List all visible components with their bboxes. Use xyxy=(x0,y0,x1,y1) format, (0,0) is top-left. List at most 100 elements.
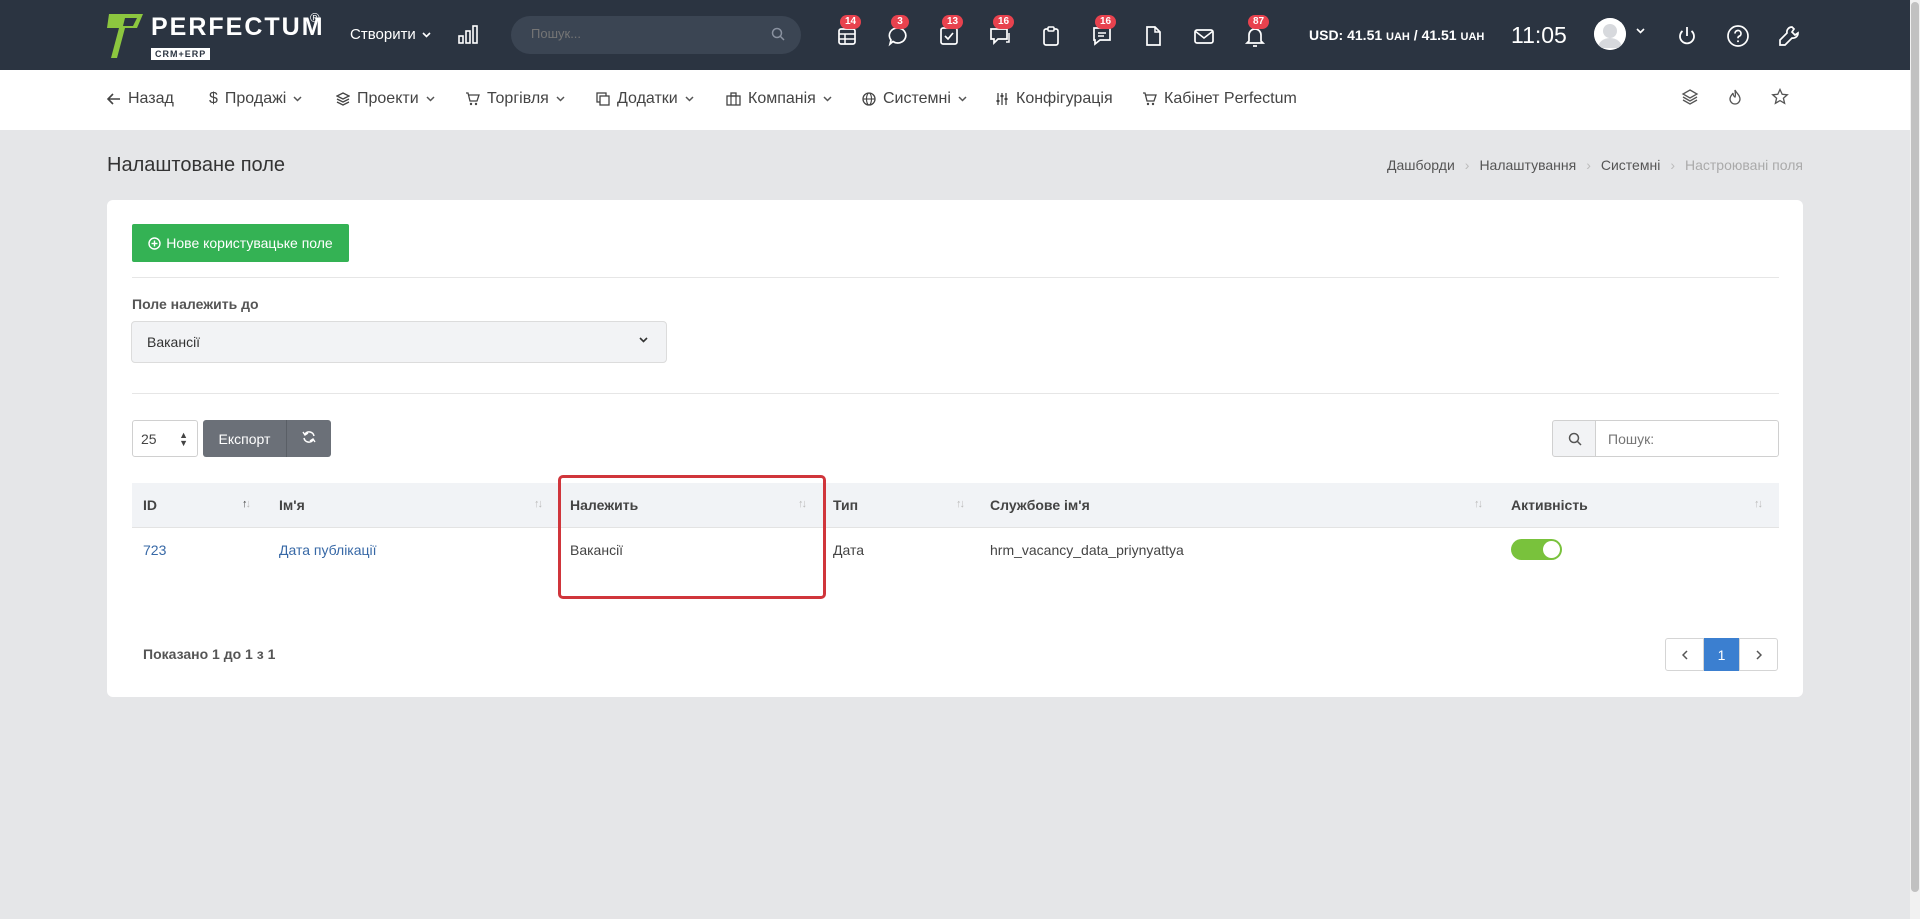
top-bar: PERFECTUM CRM+ERP ® Створити 14 3 13 16 … xyxy=(0,0,1920,70)
col-type[interactable]: Тип xyxy=(833,497,858,513)
col-id[interactable]: ID xyxy=(143,497,157,513)
nav-company-label: Компанія xyxy=(748,90,816,107)
document-icon[interactable] xyxy=(1141,24,1165,48)
nav-sales[interactable]: $ Продажі xyxy=(209,90,302,108)
avatar[interactable] xyxy=(1594,18,1626,50)
sort-icon[interactable]: ↑↓ xyxy=(1754,498,1763,510)
refresh-button[interactable] xyxy=(286,420,331,457)
currency-usd: USD: 41.51 xyxy=(1309,27,1383,43)
refresh-icon xyxy=(302,431,316,443)
currency-sep: / xyxy=(1409,27,1422,43)
sort-asc-icon[interactable]: ↑↓ xyxy=(242,498,251,510)
badge: 16 xyxy=(1095,15,1117,29)
table-icon[interactable]: 14 xyxy=(835,15,862,48)
global-search-input[interactable] xyxy=(531,26,751,41)
divider xyxy=(132,393,1779,394)
col-service-name[interactable]: Службове ім'я xyxy=(990,497,1090,513)
table-search-button[interactable] xyxy=(1552,420,1596,457)
currency-rate: USD: 41.51 UAH / 41.51 UAH xyxy=(1309,27,1484,43)
table-search-input[interactable] xyxy=(1595,420,1779,457)
per-page-value: 25 xyxy=(141,431,157,447)
chevron-down-icon xyxy=(556,96,565,102)
col-name[interactable]: Ім'я xyxy=(279,497,305,513)
clipboard-icon[interactable] xyxy=(1039,24,1063,48)
belongs-to-value: Вакансії xyxy=(147,334,201,350)
logo[interactable]: PERFECTUM CRM+ERP ® xyxy=(107,10,325,60)
active-toggle[interactable] xyxy=(1511,539,1562,560)
nav-company[interactable]: Компанія xyxy=(726,90,832,108)
chevron-right-icon xyxy=(1755,649,1762,660)
bell-icon[interactable]: 87 xyxy=(1243,15,1270,48)
breadcrumb-separator: › xyxy=(1586,157,1591,173)
nav-back-label: Назад xyxy=(128,90,174,107)
main-nav: Назад $ Продажі Проекти Торгівля Додатки… xyxy=(0,70,1920,130)
comments-icon[interactable]: 16 xyxy=(988,15,1015,48)
messages-icon[interactable]: 16 xyxy=(1090,15,1117,48)
task-check-icon[interactable]: 13 xyxy=(937,15,964,48)
building-icon xyxy=(726,92,741,106)
prev-page-button[interactable] xyxy=(1665,638,1704,671)
nav-system[interactable]: Системні xyxy=(862,90,967,108)
sort-icon[interactable]: ↑↓ xyxy=(956,498,965,510)
scrollbar[interactable] xyxy=(1910,0,1920,919)
per-page-select[interactable]: 25 ▲ ▼ xyxy=(132,420,198,457)
nav-trade[interactable]: Торгівля xyxy=(465,90,565,108)
chat-icon[interactable]: 3 xyxy=(886,15,910,48)
bar-chart-icon[interactable] xyxy=(458,24,480,44)
nav-config[interactable]: Конфігурація xyxy=(995,90,1113,108)
cell-name[interactable]: Дата публікації xyxy=(279,542,377,558)
chevron-left-icon xyxy=(1681,649,1688,660)
search-icon[interactable] xyxy=(771,27,785,41)
badge: 16 xyxy=(993,15,1015,29)
export-button[interactable]: Експорт xyxy=(203,420,286,457)
create-dropdown[interactable]: Створити xyxy=(350,26,431,43)
badge: 87 xyxy=(1248,15,1270,29)
nav-cabinet[interactable]: Кабінет Perfectum xyxy=(1142,90,1297,108)
breadcrumb-separator: › xyxy=(1464,157,1470,173)
mail-icon[interactable] xyxy=(1192,24,1216,48)
power-icon[interactable] xyxy=(1675,24,1699,48)
chevron-down-icon xyxy=(958,96,967,102)
logo-text: PERFECTUM xyxy=(151,13,325,41)
next-page-button[interactable] xyxy=(1739,638,1778,671)
breadcrumb-system[interactable]: Системні xyxy=(1601,157,1660,173)
chevron-down-icon xyxy=(293,96,302,102)
currency-value2: 41.51 xyxy=(1421,27,1457,43)
breadcrumb-dashboards[interactable]: Дашборди xyxy=(1387,157,1455,173)
nav-back[interactable]: Назад xyxy=(107,90,174,108)
nav-projects[interactable]: Проекти xyxy=(336,90,435,108)
copy-icon xyxy=(596,92,610,106)
currency-unit-2: UAH xyxy=(1460,31,1485,43)
nav-projects-label: Проекти xyxy=(357,90,419,107)
sort-icon[interactable]: ↑↓ xyxy=(1474,498,1483,510)
page-button-1[interactable]: 1 xyxy=(1704,638,1739,671)
wrench-icon[interactable] xyxy=(1777,24,1801,48)
breadcrumb-settings[interactable]: Налаштування xyxy=(1479,157,1576,173)
chevron-down-icon xyxy=(685,96,694,102)
nav-addons[interactable]: Додатки xyxy=(596,90,694,108)
page-title: Налаштоване поле xyxy=(107,154,286,176)
logo-mark-icon xyxy=(107,14,143,58)
global-search[interactable] xyxy=(511,16,801,54)
chevron-down-icon xyxy=(639,337,648,343)
nav-cabinet-label: Кабінет Perfectum xyxy=(1164,90,1297,107)
layers-icon[interactable] xyxy=(1681,88,1699,106)
logo-sub: CRM+ERP xyxy=(151,48,211,60)
star-icon[interactable] xyxy=(1771,88,1789,106)
breadcrumb-separator: › xyxy=(1670,157,1675,173)
badge: 13 xyxy=(942,15,964,29)
globe-icon xyxy=(862,92,876,106)
belongs-to-select[interactable]: Вакансії xyxy=(131,321,667,363)
fire-icon[interactable] xyxy=(1726,88,1744,106)
cell-id[interactable]: 723 xyxy=(143,542,166,558)
create-label: Створити xyxy=(350,26,416,43)
plus-circle-icon xyxy=(148,236,161,250)
help-icon[interactable] xyxy=(1726,24,1750,48)
col-active[interactable]: Активність xyxy=(1511,497,1588,513)
scrollbar-thumb[interactable] xyxy=(1911,2,1919,892)
search-icon xyxy=(1568,432,1582,446)
nav-trade-label: Торгівля xyxy=(487,90,549,107)
sort-icon[interactable]: ↑↓ xyxy=(534,498,543,510)
chevron-down-icon[interactable] xyxy=(1636,28,1645,34)
new-custom-field-button[interactable]: Нове користувацьке поле xyxy=(132,224,349,262)
